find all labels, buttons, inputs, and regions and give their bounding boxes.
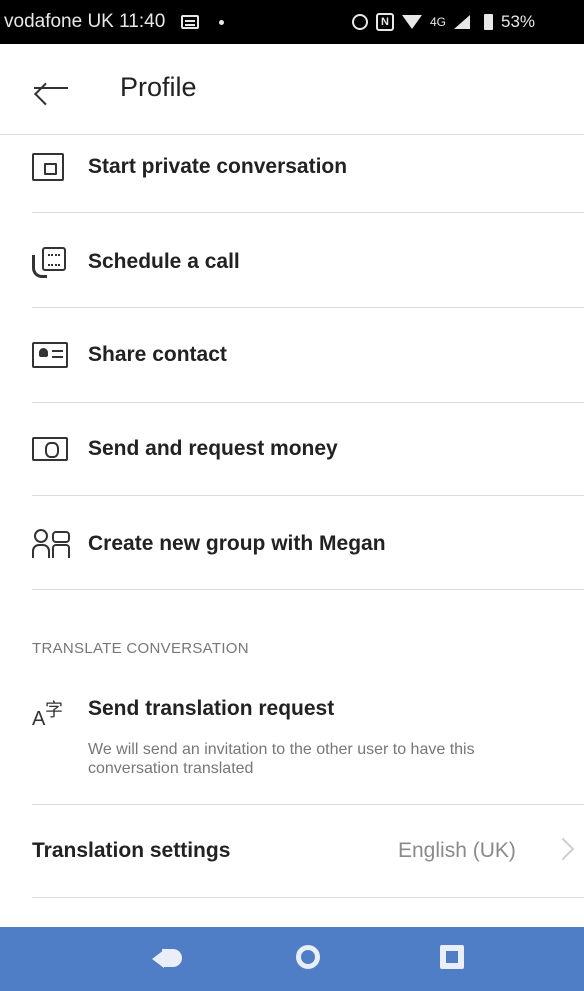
navigation-bar: [0, 927, 584, 991]
status-left: vodafone UK 11:40: [4, 11, 225, 33]
nav-recent-icon[interactable]: [440, 945, 464, 969]
schedule-call-icon: [32, 247, 70, 278]
start-private-conversation-item[interactable]: Start private conversation: [0, 132, 584, 202]
divider: [32, 495, 584, 496]
message-icon: [181, 15, 200, 29]
nfc-icon: N: [376, 13, 394, 31]
divider: [32, 307, 584, 308]
divider: [32, 589, 584, 590]
private-conversation-icon: [32, 153, 64, 181]
nav-home-icon[interactable]: [296, 945, 320, 969]
send-request-money-item[interactable]: Send and request money: [0, 414, 584, 484]
section-header: TRANSLATE CONVERSATION: [32, 640, 249, 657]
signal-icon: [454, 15, 471, 29]
share-contact-item[interactable]: Share contact: [0, 320, 584, 390]
menu-item-label: Send and request money: [88, 437, 338, 460]
divider: [32, 402, 584, 403]
schedule-call-item[interactable]: Schedule a call: [0, 227, 584, 297]
page-title: Profile: [120, 72, 197, 102]
menu-item-label: Create new group with Megan: [88, 532, 386, 555]
nav-back-icon[interactable]: [152, 947, 184, 969]
menu-item-label: Share contact: [88, 343, 227, 366]
battery-level: 53%: [501, 12, 536, 31]
translate-icon: A字: [32, 700, 63, 730]
contact-card-icon: [32, 342, 68, 368]
alarm-icon: [352, 14, 368, 30]
notification-dot-icon: [219, 19, 225, 25]
menu-item-label: Schedule a call: [88, 250, 240, 273]
divider: [32, 212, 584, 213]
network-type: 4G: [430, 15, 447, 29]
translation-settings-label: Translation settings: [32, 839, 231, 862]
menu-item-label: Start private conversation: [88, 155, 348, 178]
divider: [32, 897, 584, 898]
status-bar: vodafone UK 11:40 N 4G 53%: [0, 0, 584, 44]
create-group-item[interactable]: Create new group with Megan: [0, 509, 584, 579]
battery-icon: [484, 14, 494, 30]
carrier-time: vodafone UK 11:40: [4, 11, 166, 32]
money-icon: [32, 437, 68, 461]
translation-language-value: English (UK): [398, 839, 516, 862]
app-bar: Profile: [0, 44, 584, 134]
translation-settings-row[interactable]: [0, 805, 584, 923]
status-right: N 4G 53%: [352, 0, 535, 44]
wifi-icon: [402, 15, 422, 29]
translation-request-description: We will send an invitation to the other …: [88, 741, 475, 777]
send-translation-request[interactable]: Send translation request: [88, 697, 334, 721]
group-icon: [32, 529, 70, 559]
arrow-left-icon[interactable]: [30, 70, 72, 106]
